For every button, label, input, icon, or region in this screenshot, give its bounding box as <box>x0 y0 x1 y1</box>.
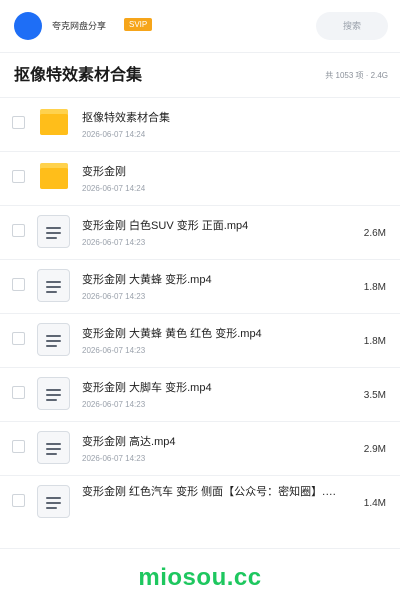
search-button[interactable]: 搜索 <box>316 12 388 40</box>
file-date: 2026-06-07 14:23 <box>82 454 146 463</box>
file-date: 2026-06-07 14:23 <box>82 400 146 409</box>
item-summary: 共 1053 项 · 2.4G <box>325 71 388 80</box>
video-file-icon <box>37 377 70 410</box>
header-bar: 夸克网盘分享 SVIP 搜索 <box>0 0 400 53</box>
select-checkbox[interactable] <box>12 116 25 129</box>
file-date: 2026-06-07 14:23 <box>82 346 146 355</box>
file-size: 2.6M <box>363 228 386 239</box>
file-size: 1.8M <box>363 282 386 293</box>
list-item[interactable]: 抠像特效素材合集 2026-06-07 14:24 <box>0 98 400 152</box>
video-file-icon <box>37 215 70 248</box>
folder-title-bar: 抠像特效素材合集 共 1053 项 · 2.4G <box>0 53 400 98</box>
share-page: 夸克网盘分享 SVIP 搜索 抠像特效素材合集 共 1053 项 · 2.4G … <box>0 0 400 600</box>
list-item[interactable]: 变形金刚 大脚车 变形.mp4 2026-06-07 14:23 3.5M <box>0 368 400 422</box>
file-size: 2.9M <box>363 444 386 455</box>
file-name: 变形金刚 <box>82 166 126 178</box>
video-file-icon <box>37 269 70 302</box>
file-size: 1.4M <box>363 498 386 509</box>
select-checkbox[interactable] <box>12 170 25 183</box>
list-item[interactable]: 变形金刚 高达.mp4 2026-06-07 14:23 2.9M <box>0 422 400 476</box>
file-name: 变形金刚 大脚车 变形.mp4 <box>82 382 212 394</box>
file-date: 2026-06-07 14:23 <box>82 238 146 247</box>
list-item[interactable]: 变形金刚 红色汽车 变形 侧面【公众号：密知圈】.… 1.4M <box>0 476 400 528</box>
avatar[interactable] <box>14 12 42 40</box>
file-name: 抠像特效素材合集 <box>82 112 170 124</box>
file-name: 变形金刚 高达.mp4 <box>82 436 176 448</box>
select-checkbox[interactable] <box>12 386 25 399</box>
svip-badge: SVIP <box>124 18 153 31</box>
file-date: 2026-06-07 14:23 <box>82 292 146 301</box>
video-file-icon <box>37 485 70 518</box>
video-file-icon <box>37 431 70 464</box>
file-name: 变形金刚 大黄蜂 黄色 红色 变形.mp4 <box>82 328 262 340</box>
file-size: 3.5M <box>363 390 386 401</box>
site-watermark: miosou.cc <box>138 564 262 591</box>
list-item[interactable]: 变形金刚 2026-06-07 14:24 <box>0 152 400 206</box>
select-checkbox[interactable] <box>12 440 25 453</box>
share-name: 夸克网盘分享 <box>52 21 107 31</box>
page-title: 抠像特效素材合集 <box>14 67 143 84</box>
file-date: 2026-06-07 14:24 <box>82 184 146 193</box>
select-checkbox[interactable] <box>12 332 25 345</box>
file-name: 变形金刚 白色SUV 变形 正面.mp4 <box>82 220 249 232</box>
select-checkbox[interactable] <box>12 278 25 291</box>
file-name: 变形金刚 红色汽车 变形 侧面【公众号：密知圈】.… <box>82 486 337 498</box>
video-file-icon <box>37 323 70 356</box>
file-list[interactable]: 抠像特效素材合集 2026-06-07 14:24 变形金刚 2026-06-0… <box>0 98 400 528</box>
footer-bar: miosou.cc <box>0 548 400 600</box>
list-item[interactable]: 变形金刚 大黄蜂 黄色 红色 变形.mp4 2026-06-07 14:23 1… <box>0 314 400 368</box>
list-item[interactable]: 变形金刚 大黄蜂 变形.mp4 2026-06-07 14:23 1.8M <box>0 260 400 314</box>
file-name: 变形金刚 大黄蜂 变形.mp4 <box>82 274 212 286</box>
folder-icon <box>40 163 68 189</box>
file-date: 2026-06-07 14:24 <box>82 130 146 139</box>
select-checkbox[interactable] <box>12 224 25 237</box>
list-item[interactable]: 变形金刚 白色SUV 变形 正面.mp4 2026-06-07 14:23 2.… <box>0 206 400 260</box>
select-checkbox[interactable] <box>12 494 25 507</box>
folder-icon <box>40 109 68 135</box>
file-size: 1.8M <box>363 336 386 347</box>
